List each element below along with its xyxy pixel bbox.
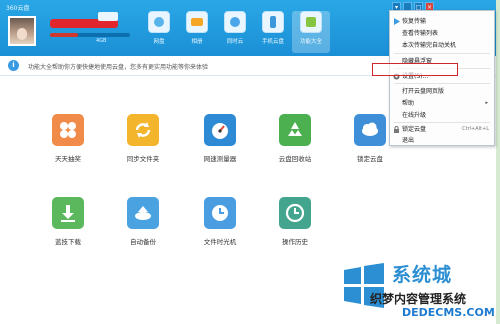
nav-photos[interactable]: 相册: [178, 11, 216, 53]
nav-sync[interactable]: 同时云: [216, 11, 254, 53]
tile-auto-backup[interactable]: 自动备份: [113, 197, 173, 255]
cloud-glyph: [362, 122, 378, 136]
menu-item-label: 查看传输列表: [402, 30, 439, 37]
menu-help[interactable]: 帮助 ▸: [390, 98, 494, 109]
features-icon: [300, 11, 322, 33]
menu-item-label: 帮助: [402, 100, 415, 107]
tile-label: 锁定云盘: [357, 155, 383, 163]
cloud-disk-icon: [148, 11, 170, 33]
menu-separator: [394, 122, 490, 123]
menu-item-label: 恢复传输: [402, 18, 427, 25]
tile-label: 蓝技下载: [55, 238, 81, 246]
menu-shortcut: Ctrl+Alt+L: [462, 126, 489, 132]
watermark-domain: DEDECMS.COM: [402, 306, 495, 319]
clock-glyph: [212, 205, 228, 221]
menu-item-label: 在线升级: [402, 112, 427, 119]
menu-open-web[interactable]: 打开云盘网页版: [390, 86, 494, 97]
tile-daily-lottery[interactable]: 天天抽奖: [38, 114, 98, 172]
nav-label: 相册: [191, 39, 203, 45]
quota-fill: [50, 33, 78, 37]
speedometer-icon: [204, 114, 236, 146]
nav-label: 手机云盘: [261, 39, 284, 45]
menu-item-label: 打开云盘网页版: [402, 88, 445, 95]
watermark: 系统城 织梦内容管理系统 DEDECMS.COM: [340, 250, 500, 324]
lock-cloud-icon: [354, 114, 386, 146]
tile-time-machine[interactable]: 文件时光机: [190, 197, 250, 255]
nav-features[interactable]: 功能大全: [292, 11, 330, 53]
quota-bar: [50, 33, 130, 37]
sync-icon: [224, 11, 246, 33]
recycle-icon: [279, 114, 311, 146]
tile-recycle-bin[interactable]: 云盘回收站: [265, 114, 325, 172]
tile-history[interactable]: 操作历史: [265, 197, 325, 255]
tile-label: 网速测量器: [203, 155, 237, 163]
sync-glyph: [135, 122, 151, 138]
app-window: 360云盘 4GB 网盘 相册 同时云 手机云盘 功能大全 ▾ _ □ × i …: [0, 0, 500, 324]
lock-icon: [394, 126, 399, 133]
speed-glyph: [212, 123, 228, 139]
watermark-subtitle: 织梦内容管理系统: [370, 292, 467, 306]
tile-label: 文件时光机: [203, 238, 237, 246]
menu-lock-disk[interactable]: 锁定云盘 Ctrl+Alt+L: [390, 124, 494, 135]
vip-badge[interactable]: [98, 12, 118, 21]
avatar-face: [17, 28, 27, 40]
tile-label: 天天抽奖: [55, 155, 81, 163]
menu-resume-transfer[interactable]: 恢复传输: [390, 16, 494, 27]
banner-text: 功能大全帮助你方便快捷地使用云盘，您多有更实用功能等你来体验: [28, 64, 209, 71]
recycle-glyph: [288, 122, 302, 136]
nav-cloud-disk[interactable]: 网盘: [140, 11, 178, 53]
menu-item-label: 锁定云盘: [402, 126, 427, 133]
menu-separator: [394, 53, 490, 54]
app-title: 360云盘: [6, 5, 30, 12]
background-strip: [496, 0, 500, 324]
history-glyph: [285, 203, 305, 223]
watermark-brand: 系统城: [392, 264, 453, 286]
menu-auto-shutdown[interactable]: 本次传输完自动关机: [390, 40, 494, 51]
tile-download[interactable]: 蓝技下载: [38, 197, 98, 255]
settings-highlight-box: [372, 63, 458, 76]
backup-glyph: [135, 206, 151, 220]
sync-folder-icon: [127, 114, 159, 146]
download-icon: [52, 197, 84, 229]
tile-label: 云盘回收站: [278, 155, 312, 163]
backup-icon: [127, 197, 159, 229]
nav-label: 同时云: [226, 39, 244, 45]
history-icon: [279, 197, 311, 229]
play-icon: [394, 18, 400, 25]
nav-label: 功能大全: [299, 39, 322, 45]
menu-item-label: 退出: [402, 137, 415, 144]
menu-exit[interactable]: 退出: [390, 135, 494, 146]
avatar[interactable]: [8, 16, 36, 46]
photo-icon: [186, 11, 208, 33]
nav-mobile[interactable]: 手机云盘: [254, 11, 292, 53]
info-icon: i: [8, 60, 19, 71]
lottery-icon: [52, 114, 84, 146]
settings-menu: 恢复传输 查看传输列表 本次传输完自动关机 隐藏悬浮窗 设置(S)... 打开云…: [389, 10, 495, 146]
nav-label: 网盘: [153, 39, 165, 45]
tile-speed-test[interactable]: 网速测量器: [190, 114, 250, 172]
tile-label: 自动备份: [130, 238, 156, 246]
submenu-arrow-icon: ▸: [485, 100, 488, 106]
time-machine-icon: [204, 197, 236, 229]
mobile-icon: [262, 11, 284, 33]
download-glyph: [61, 205, 75, 222]
tile-sync-folder[interactable]: 同步文件夹: [113, 114, 173, 172]
tile-label: 同步文件夹: [126, 155, 160, 163]
tile-label: 操作历史: [282, 238, 308, 246]
menu-item-label: 本次传输完自动关机: [402, 42, 457, 49]
lottery-glyph: [60, 122, 76, 138]
menu-separator: [394, 83, 490, 84]
quota-text: 4GB: [96, 38, 107, 44]
menu-online-upgrade[interactable]: 在线升级: [390, 110, 494, 121]
menu-transfer-list[interactable]: 查看传输列表: [390, 28, 494, 39]
